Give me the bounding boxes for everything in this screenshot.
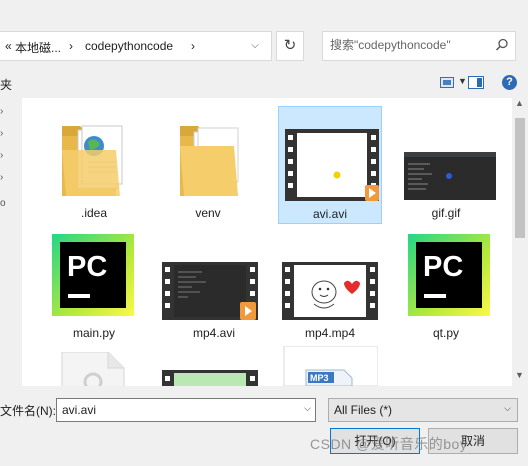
chevron-right-icon[interactable]: ›: [0, 128, 3, 139]
video-thumbnail-icon: [282, 262, 378, 320]
search-input[interactable]: [330, 38, 492, 52]
breadcrumb-item-current[interactable]: codepythoncode: [85, 39, 173, 53]
file-item-main-py[interactable]: PC main.py: [42, 226, 146, 344]
file-name: venv: [195, 206, 221, 220]
file-name: avi.avi: [312, 207, 347, 221]
file-item-avi[interactable]: avi.avi: [278, 106, 382, 224]
file-name: mp4.avi: [192, 326, 236, 340]
file-name: mp4.mp4: [304, 326, 356, 340]
folder-icon: [62, 125, 123, 196]
file-item-idea[interactable]: .idea: [42, 106, 146, 224]
chevron-right-icon[interactable]: ›: [0, 172, 3, 183]
image-thumbnail-icon: [404, 152, 496, 200]
refresh-button[interactable]: ↻: [276, 31, 304, 61]
preview-pane-icon[interactable]: [468, 76, 484, 89]
file-name: qt.py: [432, 326, 459, 340]
file-name: .idea: [80, 206, 108, 220]
breadcrumb-separator[interactable]: ›: [191, 39, 195, 53]
filetype-select[interactable]: All Files (*) ⌵: [328, 398, 518, 422]
search-icon[interactable]: [495, 38, 509, 52]
filetype-value: All Files (*): [334, 403, 393, 417]
breadcrumb-item-parent[interactable]: 本地磁...: [15, 39, 61, 56]
breadcrumb-overflow[interactable]: «: [5, 39, 12, 53]
file-item-gif[interactable]: gif.gif: [394, 106, 498, 224]
filename-label: 文件名(N):: [0, 404, 56, 418]
command-bar: 夹 ▼ ?: [0, 68, 528, 98]
pycharm-icon: PC: [408, 234, 490, 316]
chevron-right-icon[interactable]: ›: [0, 106, 3, 117]
scrollbar-thumb[interactable]: [515, 118, 525, 238]
help-icon[interactable]: ?: [502, 75, 517, 90]
svg-text:PC: PC: [67, 251, 107, 283]
breadcrumb-separator[interactable]: ›: [69, 39, 73, 53]
refresh-icon: ↻: [283, 37, 297, 54]
file-item-mp4-avi[interactable]: mp4.avi: [162, 226, 266, 344]
chevron-down-icon[interactable]: ▼: [458, 76, 467, 86]
file-item-venv[interactable]: venv: [156, 106, 260, 224]
address-bar-row: « 本地磁... › codepythoncode › ⌵ ↻: [0, 28, 528, 64]
chevron-down-icon[interactable]: ⌵: [304, 403, 311, 414]
search-box[interactable]: [322, 31, 516, 61]
file-item-qt-py[interactable]: PC qt.py: [394, 226, 498, 344]
breadcrumb[interactable]: « 本地磁... › codepythoncode › ⌵: [0, 31, 272, 61]
navigation-pane: › › › › o: [0, 98, 8, 388]
nav-item-partial[interactable]: o: [0, 198, 6, 209]
filename-input[interactable]: [62, 403, 292, 417]
svg-text:PC: PC: [423, 251, 463, 283]
scroll-down-arrow-icon[interactable]: ▼: [515, 370, 524, 380]
mp3-icon: MP3: [283, 346, 378, 386]
new-folder-button[interactable]: 夹: [0, 76, 12, 93]
pycharm-icon: PC: [52, 234, 134, 316]
video-thumbnail-icon: [162, 262, 258, 320]
file-list[interactable]: .idea venv avi.avi gif.gif PC main.py mp…: [22, 98, 512, 386]
svg-text:MP3: MP3: [310, 373, 329, 383]
file-item-mp3[interactable]: MP3: [278, 346, 382, 386]
chevron-down-icon[interactable]: ⌵: [243, 40, 267, 56]
chevron-right-icon[interactable]: ›: [0, 150, 3, 161]
settings-document-icon: [61, 352, 125, 386]
file-item-video[interactable]: [162, 346, 266, 386]
vertical-scrollbar[interactable]: ▲ ▼: [512, 98, 528, 386]
folder-icon: [180, 126, 239, 196]
file-name: gif.gif: [431, 206, 461, 220]
video-thumbnail-icon: [285, 129, 379, 201]
view-mode-icon[interactable]: [440, 77, 454, 88]
chevron-down-icon[interactable]: ⌵: [504, 403, 511, 414]
filename-combobox[interactable]: ⌵: [56, 398, 316, 422]
file-item-mp4-mp4[interactable]: mp4.mp4: [278, 226, 382, 344]
scroll-up-arrow-icon[interactable]: ▲: [515, 98, 524, 108]
file-name: main.py: [72, 326, 116, 340]
watermark: CSDN @爱听音乐的boy: [310, 436, 468, 452]
file-item-doc[interactable]: [42, 346, 146, 386]
video-thumbnail-icon: [162, 370, 258, 386]
